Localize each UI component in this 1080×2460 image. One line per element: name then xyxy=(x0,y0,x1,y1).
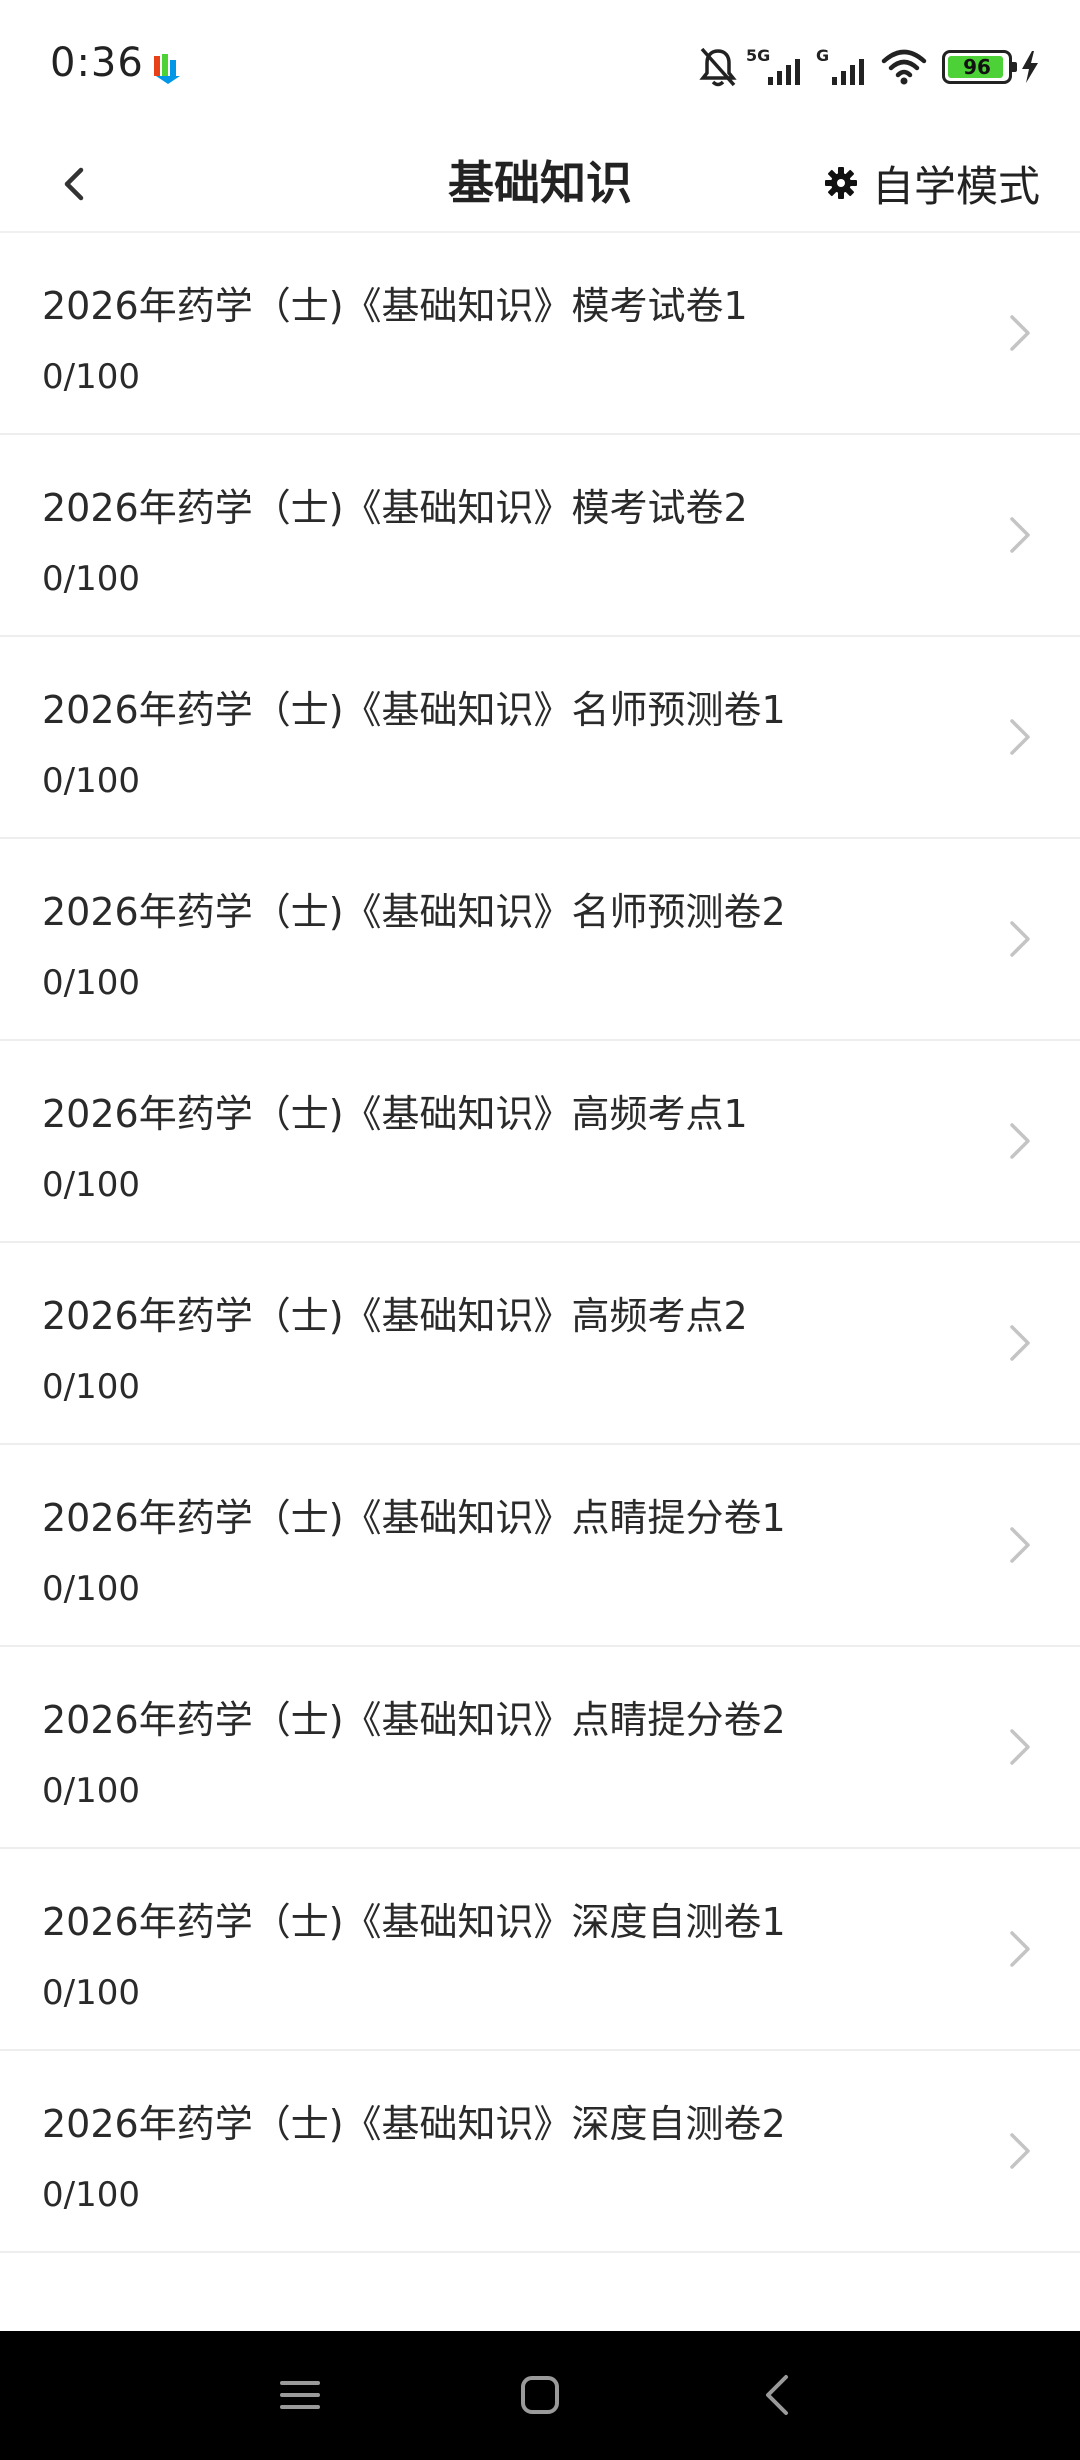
mode-label: 自学模式 xyxy=(871,161,1040,211)
exam-list-item-10[interactable]: 2026年药学（士)《基础知识》深度自测卷2 0/100 xyxy=(0,2051,1080,2253)
chevron-right-icon xyxy=(1010,1123,1030,1159)
exam-title: 2026年药学（士)《基础知识》模考试卷1 xyxy=(42,284,748,328)
exam-score: 0/100 xyxy=(42,963,140,1003)
battery-icon: 96 xyxy=(942,50,1017,84)
status-bar: 0:36 5G G 96 xyxy=(0,0,1080,135)
home-icon xyxy=(521,2376,559,2414)
exam-score: 0/100 xyxy=(42,1367,140,1407)
exam-score: 0/100 xyxy=(42,1569,140,1609)
chevron-right-icon xyxy=(1010,315,1030,351)
network-5g-label: 5G xyxy=(746,46,770,65)
exam-list-item-1[interactable]: 2026年药学（士)《基础知识》模考试卷1 0/100 xyxy=(0,233,1080,435)
mute-bell-icon xyxy=(699,47,737,87)
exam-title: 2026年药学（士)《基础知识》深度自测卷2 xyxy=(42,2102,786,2146)
exam-title: 2026年药学（士)《基础知识》名师预测卷1 xyxy=(42,688,786,732)
exam-list-item-8[interactable]: 2026年药学（士)《基础知识》点睛提分卷2 0/100 xyxy=(0,1647,1080,1849)
chevron-right-icon xyxy=(1010,1325,1030,1361)
exam-score: 0/100 xyxy=(42,761,140,801)
battery-percent: 96 xyxy=(963,55,991,79)
exam-title: 2026年药学（士)《基础知识》点睛提分卷1 xyxy=(42,1496,786,1540)
exam-score: 0/100 xyxy=(42,1973,140,2013)
back-icon xyxy=(766,2375,788,2415)
system-back-button[interactable] xyxy=(746,2363,810,2427)
exam-score: 0/100 xyxy=(42,559,140,599)
charging-bolt-icon xyxy=(1022,51,1038,83)
exam-title: 2026年药学（士)《基础知识》模考试卷2 xyxy=(42,486,748,530)
home-button[interactable] xyxy=(508,2363,572,2427)
exam-score: 0/100 xyxy=(42,1771,140,1811)
exam-score: 0/100 xyxy=(42,2175,140,2215)
recent-apps-button[interactable] xyxy=(268,2363,332,2427)
exam-score: 0/100 xyxy=(42,1165,140,1205)
wifi-icon xyxy=(881,49,927,85)
exam-list-item-4[interactable]: 2026年药学（士)《基础知识》名师预测卷2 0/100 xyxy=(0,839,1080,1041)
signal-5g-icon: 5G xyxy=(746,46,800,85)
status-icons: 5G G 96 xyxy=(698,42,1040,92)
menu-icon xyxy=(280,2381,320,2409)
chevron-right-icon xyxy=(1010,1931,1030,1967)
exam-title: 2026年药学（士)《基础知识》高频考点2 xyxy=(42,1294,748,1338)
chevron-right-icon xyxy=(1010,1527,1030,1563)
chevron-right-icon xyxy=(1010,2133,1030,2169)
exam-list-item-9[interactable]: 2026年药学（士)《基础知识》深度自测卷1 0/100 xyxy=(0,1849,1080,2051)
exam-title: 2026年药学（士)《基础知识》点睛提分卷2 xyxy=(42,1698,786,1742)
exam-title: 2026年药学（士)《基础知识》高频考点1 xyxy=(42,1092,748,1136)
exam-title: 2026年药学（士)《基础知识》名师预测卷2 xyxy=(42,890,786,934)
exam-title: 2026年药学（士)《基础知识》深度自测卷1 xyxy=(42,1900,786,1944)
exam-score: 0/100 xyxy=(42,357,140,397)
self-study-mode-button[interactable]: 自学模式 xyxy=(824,135,1040,231)
chevron-right-icon xyxy=(1010,921,1030,957)
app-notification-icon xyxy=(154,54,180,84)
exam-list-item-3[interactable]: 2026年药学（士)《基础知识》名师预测卷1 0/100 xyxy=(0,637,1080,839)
status-time: 0:36 xyxy=(50,40,144,86)
exam-list-item-6[interactable]: 2026年药学（士)《基础知识》高频考点2 0/100 xyxy=(0,1243,1080,1445)
exam-list-item-7[interactable]: 2026年药学（士)《基础知识》点睛提分卷1 0/100 xyxy=(0,1445,1080,1647)
app-header: 基础知识 自学模式 xyxy=(0,135,1080,233)
gear-icon xyxy=(824,167,857,199)
exam-list: 2026年药学（士)《基础知识》模考试卷1 0/100 2026年药学（士)《基… xyxy=(0,233,1080,2253)
exam-list-item-2[interactable]: 2026年药学（士)《基础知识》模考试卷2 0/100 xyxy=(0,435,1080,637)
signal-g-icon: G xyxy=(816,46,864,85)
chevron-right-icon xyxy=(1010,719,1030,755)
network-g-label: G xyxy=(816,46,829,65)
system-nav-bar xyxy=(0,2331,1080,2460)
chevron-right-icon xyxy=(1010,517,1030,553)
chevron-right-icon xyxy=(1010,1729,1030,1765)
exam-list-item-5[interactable]: 2026年药学（士)《基础知识》高频考点1 0/100 xyxy=(0,1041,1080,1243)
